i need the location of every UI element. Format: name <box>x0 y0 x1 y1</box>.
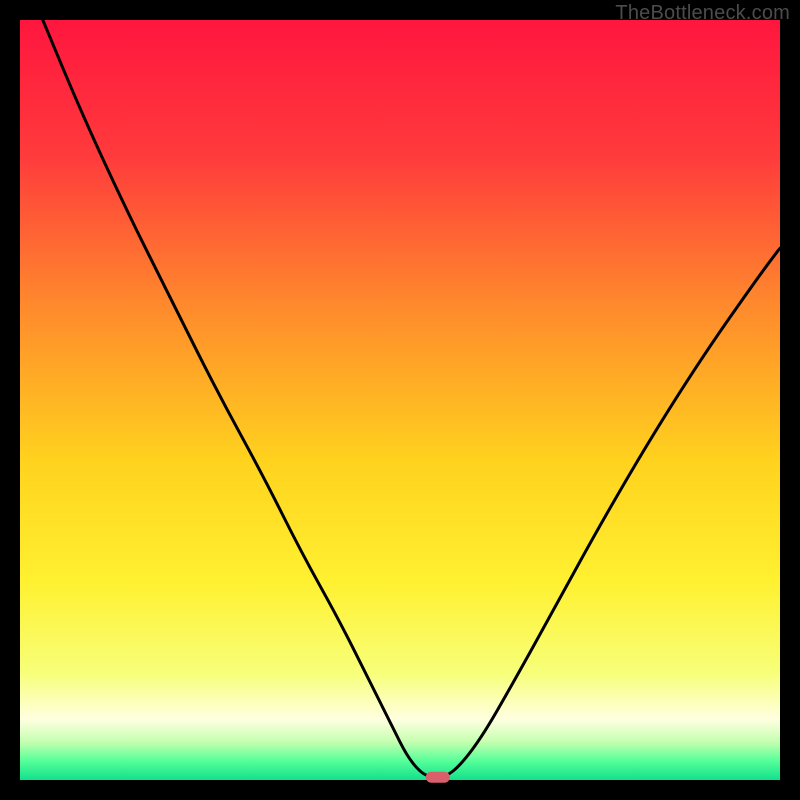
optimal-marker <box>426 772 450 783</box>
attribution-text: TheBottleneck.com <box>615 2 790 25</box>
plot-area <box>20 20 780 780</box>
curve-layer <box>20 20 780 780</box>
chart-frame: TheBottleneck.com <box>0 0 800 800</box>
bottleneck-curve <box>43 20 780 777</box>
